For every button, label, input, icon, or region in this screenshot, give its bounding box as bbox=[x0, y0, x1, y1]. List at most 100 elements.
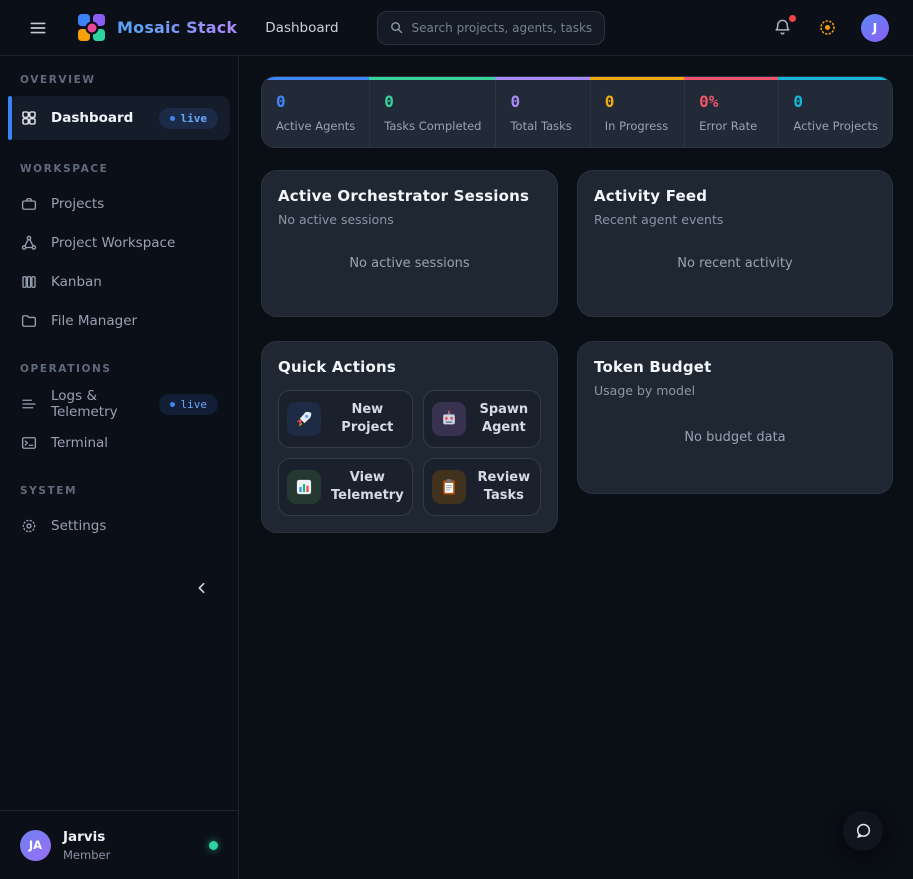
stat-label: Error Rate bbox=[699, 119, 764, 133]
mosaic-logo-icon bbox=[78, 14, 105, 41]
bar-chart-icon bbox=[287, 470, 321, 504]
sidebar-item-label: File Manager bbox=[51, 313, 137, 329]
topbar-actions: J bbox=[771, 14, 889, 42]
search-input[interactable] bbox=[412, 21, 593, 35]
avatar-initial: J bbox=[873, 20, 878, 35]
sidebar-item-label: Dashboard bbox=[51, 110, 133, 126]
orchestrator-sessions-card: Active Orchestrator Sessions No active s… bbox=[261, 170, 558, 317]
section-label-operations: OPERATIONS bbox=[20, 363, 218, 375]
search-icon bbox=[389, 20, 404, 35]
quick-action-label: Spawn Agent bbox=[476, 401, 532, 436]
stat-label: Active Projects bbox=[793, 119, 878, 133]
sidebar-item-project-workspace[interactable]: Project Workspace bbox=[8, 224, 230, 262]
section-label-overview: OVERVIEW bbox=[20, 74, 218, 86]
stat-label: In Progress bbox=[605, 119, 670, 133]
user-avatar-button[interactable]: J bbox=[861, 14, 889, 42]
card-subtitle: No active sessions bbox=[278, 212, 541, 227]
empty-state-text: No active sessions bbox=[278, 227, 541, 300]
sidebar-item-label: Logs & Telemetry bbox=[51, 388, 146, 420]
user-avatar: JA bbox=[20, 830, 51, 861]
sidebar-item-label: Kanban bbox=[51, 274, 102, 290]
quick-action-label: View Telemetry bbox=[331, 469, 404, 504]
global-search[interactable] bbox=[377, 11, 605, 45]
clipboard-icon bbox=[432, 470, 466, 504]
empty-state-text: No recent activity bbox=[594, 227, 876, 300]
online-status-dot bbox=[209, 841, 218, 850]
chat-bubble-icon bbox=[853, 821, 873, 841]
sun-icon bbox=[818, 18, 837, 37]
stat-value: 0% bbox=[699, 92, 764, 111]
stat-stripe bbox=[684, 77, 778, 80]
sidebar-item-label: Settings bbox=[51, 518, 106, 534]
card-subtitle: Recent agent events bbox=[594, 212, 876, 227]
chat-fab-button[interactable] bbox=[843, 811, 883, 851]
new-project-button[interactable]: New Project bbox=[278, 390, 413, 448]
gear-icon bbox=[20, 517, 38, 535]
stat-total-tasks: 0 Total Tasks bbox=[495, 77, 589, 147]
quick-action-label: New Project bbox=[331, 401, 404, 436]
review-tasks-button[interactable]: Review Tasks bbox=[423, 458, 541, 516]
sidebar-item-label: Project Workspace bbox=[51, 235, 175, 251]
chevron-left-icon bbox=[194, 580, 210, 596]
live-dot-icon bbox=[170, 116, 175, 121]
menu-toggle-button[interactable] bbox=[24, 14, 52, 42]
robot-icon bbox=[432, 402, 466, 436]
hamburger-icon bbox=[28, 18, 48, 38]
sidebar-item-kanban[interactable]: Kanban bbox=[8, 263, 230, 301]
sidebar-item-dashboard[interactable]: Dashboard live bbox=[8, 96, 230, 140]
card-title: Token Budget bbox=[594, 358, 876, 376]
sidebar-item-terminal[interactable]: Terminal bbox=[8, 424, 230, 462]
notification-dot bbox=[789, 15, 796, 22]
theme-toggle-button[interactable] bbox=[816, 16, 839, 39]
stat-stripe bbox=[369, 77, 495, 80]
rocket-icon bbox=[287, 402, 321, 436]
section-label-system: SYSTEM bbox=[20, 485, 218, 497]
sidebar-item-label: Terminal bbox=[51, 435, 108, 451]
stat-error-rate: 0% Error Rate bbox=[684, 77, 778, 147]
quick-action-label: Review Tasks bbox=[476, 469, 532, 504]
sidebar-item-logs-telemetry[interactable]: Logs & Telemetry live bbox=[8, 385, 230, 423]
quick-actions-grid: New Project bbox=[278, 390, 541, 516]
sidebar-nav: OVERVIEW Dashboard live WORKSPACE bbox=[0, 56, 238, 810]
stat-value: 0 bbox=[605, 92, 670, 111]
sidebar-item-label: Projects bbox=[51, 196, 104, 212]
stat-tasks-completed: 0 Tasks Completed bbox=[369, 77, 495, 147]
user-name: Jarvis bbox=[63, 829, 110, 845]
spawn-agent-button[interactable]: Spawn Agent bbox=[423, 390, 541, 448]
sidebar-user-footer[interactable]: JA Jarvis Member bbox=[0, 810, 238, 879]
brand-title: Mosaic Stack bbox=[117, 18, 237, 37]
sidebar: OVERVIEW Dashboard live WORKSPACE bbox=[0, 56, 239, 879]
card-title: Quick Actions bbox=[278, 358, 541, 376]
token-budget-card: Token Budget Usage by model No budget da… bbox=[577, 341, 893, 494]
sidebar-item-settings[interactable]: Settings bbox=[8, 507, 230, 545]
top-bar: Mosaic Stack Dashboard bbox=[0, 0, 913, 56]
dashboard-cards-grid: Active Orchestrator Sessions No active s… bbox=[261, 170, 893, 533]
stat-value: 0 bbox=[793, 92, 878, 111]
live-dot-icon bbox=[170, 402, 175, 407]
user-role: Member bbox=[63, 848, 110, 862]
view-telemetry-button[interactable]: View Telemetry bbox=[278, 458, 413, 516]
folder-icon bbox=[20, 312, 38, 330]
notifications-button[interactable] bbox=[771, 16, 794, 39]
sidebar-item-file-manager[interactable]: File Manager bbox=[8, 302, 230, 340]
stat-stripe bbox=[261, 77, 369, 80]
log-lines-icon bbox=[20, 395, 38, 413]
active-indicator bbox=[8, 96, 12, 140]
card-title: Active Orchestrator Sessions bbox=[278, 187, 541, 205]
breadcrumb: Dashboard bbox=[265, 20, 338, 36]
sidebar-item-projects[interactable]: Projects bbox=[8, 185, 230, 223]
stat-stripe bbox=[495, 77, 589, 80]
stat-label: Tasks Completed bbox=[384, 119, 481, 133]
stat-stripe bbox=[590, 77, 684, 80]
stat-label: Active Agents bbox=[276, 119, 355, 133]
stat-active-projects: 0 Active Projects bbox=[778, 77, 892, 147]
stat-in-progress: 0 In Progress bbox=[590, 77, 684, 147]
kanban-columns-icon bbox=[20, 273, 38, 291]
stat-value: 0 bbox=[276, 92, 355, 111]
stat-stripe bbox=[778, 77, 892, 80]
stat-label: Total Tasks bbox=[510, 119, 575, 133]
sidebar-collapse-button[interactable] bbox=[188, 574, 216, 602]
quick-actions-card: Quick Actions New Project bbox=[261, 341, 558, 533]
briefcase-icon bbox=[20, 195, 38, 213]
live-badge: live bbox=[159, 394, 219, 415]
